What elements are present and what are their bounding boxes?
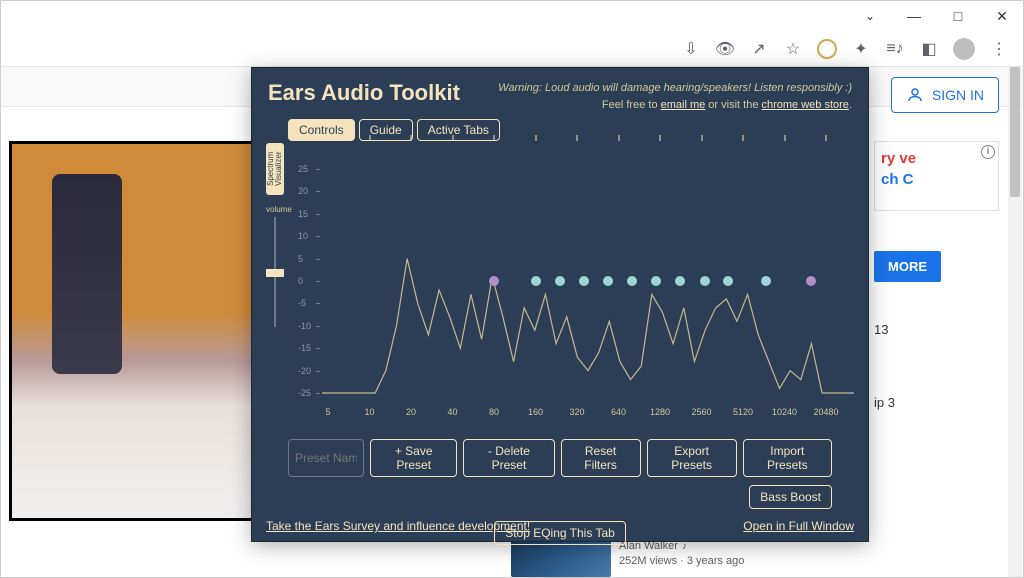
warning-line1: Warning: Loud audio will damage hearing/… [498, 80, 852, 97]
eq-graph[interactable]: 2520151050-5-10-15-20-255102040801603206… [298, 143, 854, 431]
popup-title: Ears Audio Toolkit [268, 80, 460, 106]
eq-band-handle[interactable] [531, 276, 541, 286]
preset-name-input[interactable] [288, 439, 364, 477]
eq-band-handle[interactable] [723, 276, 733, 286]
close-button[interactable]: ✕ [989, 8, 1015, 25]
ad-card[interactable]: i ry ve ch C [874, 141, 999, 211]
email-link[interactable]: email me [661, 99, 706, 111]
related-item-2[interactable]: ip 3 [874, 395, 999, 410]
profile-avatar-icon[interactable] [953, 38, 975, 60]
sign-in-label: SIGN IN [932, 87, 984, 103]
browser-toolbar: ⇩ 👁 ↗ ☆ ✦ ≡♪ ◧ ⋮ [1, 31, 1023, 67]
spectrum-visualizer-toggle[interactable]: Spectrum Visualizer [266, 143, 284, 195]
maximize-button[interactable]: □ [945, 8, 971, 24]
delete-preset-button[interactable]: - Delete Preset [463, 439, 554, 477]
ears-extension-icon[interactable] [817, 39, 837, 59]
page-scrollbar[interactable] [1008, 67, 1022, 577]
scrollbar-thumb[interactable] [1010, 67, 1020, 197]
extensions-icon[interactable]: ✦ [851, 39, 871, 59]
volume-slider[interactable] [274, 217, 276, 327]
volume-handle[interactable] [266, 269, 284, 277]
share-icon[interactable]: ↗ [749, 39, 769, 59]
video-age: 3 years ago [687, 555, 744, 567]
eq-band-handle[interactable] [603, 276, 613, 286]
window-titlebar: ⌄ — □ ✕ [1, 1, 1023, 31]
learn-more-button[interactable]: MORE [874, 251, 941, 282]
eq-panel: Spectrum Visualizer volume 2520151050-5-… [266, 143, 854, 431]
volume-label: volume [266, 205, 292, 214]
import-presets-button[interactable]: Import Presets [743, 439, 832, 477]
eq-band-handle[interactable] [579, 276, 589, 286]
chevron-down-icon[interactable]: ⌄ [857, 9, 883, 23]
user-icon [906, 86, 924, 104]
eq-band-handle[interactable] [489, 276, 499, 286]
popup-warning: Warning: Loud audio will damage hearing/… [498, 80, 852, 113]
eq-band-handle[interactable] [675, 276, 685, 286]
eq-band-handle[interactable] [627, 276, 637, 286]
eq-band-handle[interactable] [806, 276, 816, 286]
spectrum-wave [322, 143, 854, 431]
warning-line2: Feel free to email me or visit the chrom… [498, 97, 852, 114]
ad-line1: ry ve [881, 150, 916, 167]
ears-popup: Ears Audio Toolkit Warning: Loud audio w… [251, 67, 869, 542]
eq-band-handle[interactable] [651, 276, 661, 286]
sidepanel-icon[interactable]: ◧ [919, 39, 939, 59]
menu-icon[interactable]: ⋮ [989, 39, 1009, 59]
video-content [52, 174, 122, 374]
save-preset-button[interactable]: + Save Preset [370, 439, 457, 477]
ad-info-icon[interactable]: i [981, 145, 995, 159]
reset-filters-button[interactable]: Reset Filters [561, 439, 641, 477]
open-full-window-link[interactable]: Open in Full Window [743, 519, 854, 533]
video-player[interactable] [9, 141, 269, 521]
tab-active-tabs[interactable]: Active Tabs [417, 119, 500, 141]
tab-guide[interactable]: Guide [359, 119, 413, 141]
video-views: 252M views [619, 555, 677, 567]
bass-boost-button[interactable]: Bass Boost [749, 485, 832, 509]
eq-band-handle[interactable] [700, 276, 710, 286]
minimize-button[interactable]: — [901, 8, 927, 24]
ad-line2: ch C [881, 171, 914, 188]
preset-row: + Save Preset - Delete Preset Reset Filt… [252, 431, 868, 481]
export-presets-button[interactable]: Export Presets [647, 439, 737, 477]
popup-tabs: Controls Guide Active Tabs [252, 119, 868, 143]
extra-row: Bass Boost [252, 481, 868, 515]
install-icon[interactable]: ⇩ [681, 39, 701, 59]
related-item-1[interactable]: 13 [874, 322, 999, 337]
eq-band-handle[interactable] [761, 276, 771, 286]
survey-link[interactable]: Take the Ears Survey and influence devel… [266, 519, 530, 533]
star-icon[interactable]: ☆ [783, 39, 803, 59]
sign-in-button[interactable]: SIGN IN [891, 77, 999, 113]
sidebar-area: i ry ve ch C MORE 13 ip 3 [874, 141, 999, 441]
eq-band-handle[interactable] [555, 276, 565, 286]
webstore-link[interactable]: chrome web store [762, 99, 849, 111]
popup-footer: Take the Ears Survey and influence devel… [266, 519, 854, 533]
tab-controls[interactable]: Controls [288, 119, 355, 141]
music-icon[interactable]: ≡♪ [885, 39, 905, 59]
incognito-icon[interactable]: 👁 [715, 39, 735, 59]
